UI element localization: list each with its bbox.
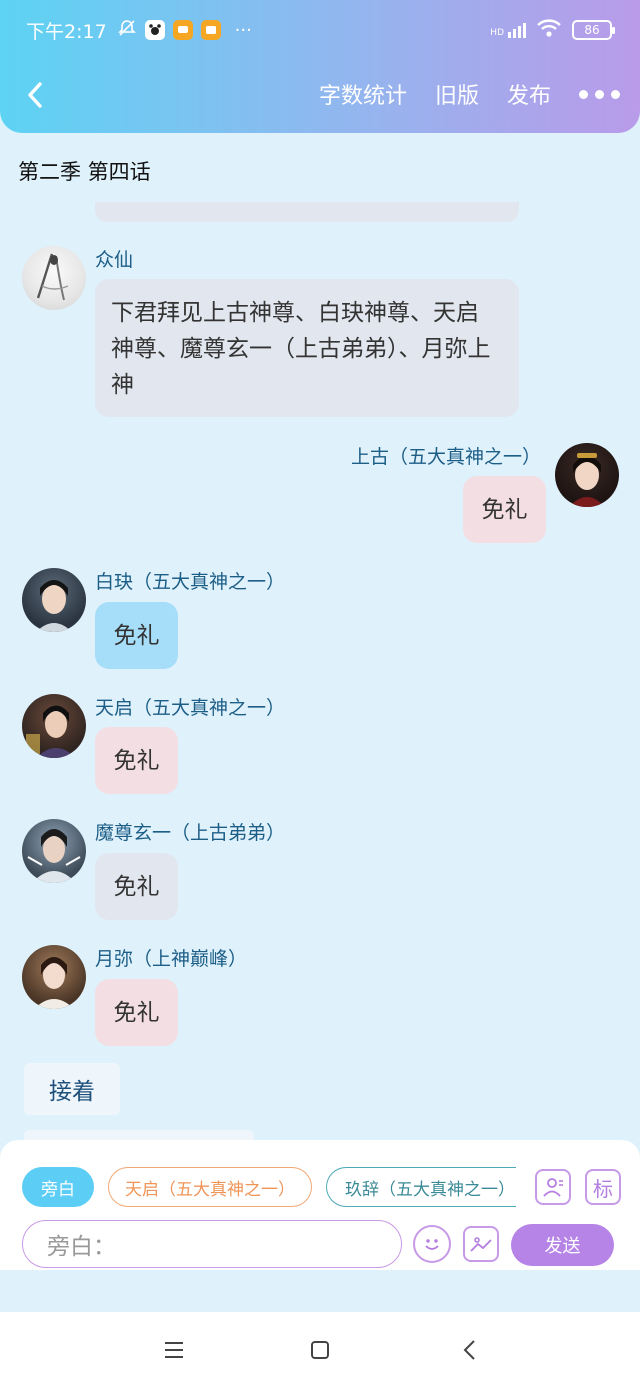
chapter-title: 第二季 第四话	[18, 160, 151, 184]
back-nav-icon[interactable]	[452, 1332, 488, 1368]
message-bubble: 下君拜见上古神尊、白玦神尊、天启神尊、魔尊玄一（上古弟弟）、月弥上神	[95, 279, 519, 417]
tag-button[interactable]: 标	[585, 1169, 621, 1205]
chip-tianqi[interactable]: 天启（五大真神之一）	[108, 1167, 312, 1207]
composer-panel: 旁白 天启（五大真神之一） 玖辞（五大真神之一） 标 旁白： 发送	[0, 1140, 640, 1270]
wifi-icon	[536, 18, 562, 42]
status-bar: 下午2:17 ··· HD 86	[26, 14, 615, 46]
message-bubble: 免礼	[95, 979, 178, 1046]
continue-marker[interactable]: 接着	[24, 1063, 120, 1115]
speaker-chips: 旁白 天启（五大真神之一） 玖辞（五大真神之一）	[22, 1167, 516, 1207]
previous-bubble-fragment	[95, 202, 519, 222]
message-bubble: 免礼	[95, 602, 178, 669]
message-bubble: 免礼	[95, 727, 178, 794]
status-more: ···	[234, 19, 252, 41]
speaker-name: 魔尊玄一（上古弟弟）	[95, 822, 286, 844]
message-input[interactable]: 旁白：	[22, 1220, 402, 1268]
battery-icon: 86	[572, 20, 615, 40]
avatar-shanggu[interactable]	[555, 443, 619, 507]
top-header: 下午2:17 ··· HD 86 字数统计 旧版 发布	[0, 0, 640, 133]
system-nav-bar	[0, 1312, 640, 1387]
speaker-name: 上古（五大真神之一）	[350, 446, 541, 468]
word-count-button[interactable]: 字数统计	[319, 78, 407, 110]
chip-narration[interactable]: 旁白	[22, 1167, 94, 1207]
menu-icon[interactable]	[156, 1332, 192, 1368]
speaker-name: 月弥（上神巅峰）	[95, 948, 248, 970]
home-icon[interactable]	[302, 1332, 338, 1368]
send-button[interactable]: 发送	[511, 1224, 614, 1266]
avatar-yuemi[interactable]	[22, 945, 86, 1009]
more-menu-icon[interactable]	[579, 89, 620, 99]
avatar-baijue[interactable]	[22, 568, 86, 632]
old-version-button[interactable]: 旧版	[435, 78, 479, 110]
speaker-name: 天启（五大真神之一）	[95, 697, 286, 719]
avatar-xuanyi[interactable]	[22, 819, 86, 883]
app-notification-icon	[144, 20, 165, 40]
image-icon[interactable]	[463, 1226, 499, 1262]
network-type: HD	[490, 27, 504, 38]
speaker-name: 众仙	[95, 249, 134, 271]
signal-icon: HD	[490, 22, 526, 38]
nav-bar: 字数统计 旧版 发布	[0, 72, 640, 120]
mute-bell-icon	[117, 18, 137, 43]
nav-actions: 字数统计 旧版 发布	[291, 78, 620, 110]
speaker-name: 白玦（五大真神之一）	[95, 571, 286, 593]
avatar-tianqi[interactable]	[22, 694, 86, 758]
back-button[interactable]	[20, 80, 50, 110]
publish-button[interactable]: 发布	[507, 78, 551, 110]
emoji-icon[interactable]	[413, 1225, 451, 1263]
battery-level: 86	[584, 23, 600, 37]
character-select-icon[interactable]	[535, 1169, 571, 1205]
message-notification-icon	[200, 20, 221, 40]
status-time: 下午2:17	[26, 20, 107, 43]
message-bubble: 免礼	[463, 476, 546, 543]
avatar-zhongxian[interactable]	[22, 246, 86, 310]
chevron-left-icon	[28, 82, 42, 108]
status-right: HD 86	[490, 18, 615, 42]
status-icons: ···	[117, 18, 252, 43]
panel-footer	[0, 1270, 640, 1312]
message-bubble: 免礼	[95, 853, 178, 920]
chip-jiuci[interactable]: 玖辞（五大真神之一）	[326, 1167, 516, 1207]
chat-notification-icon	[172, 20, 193, 40]
